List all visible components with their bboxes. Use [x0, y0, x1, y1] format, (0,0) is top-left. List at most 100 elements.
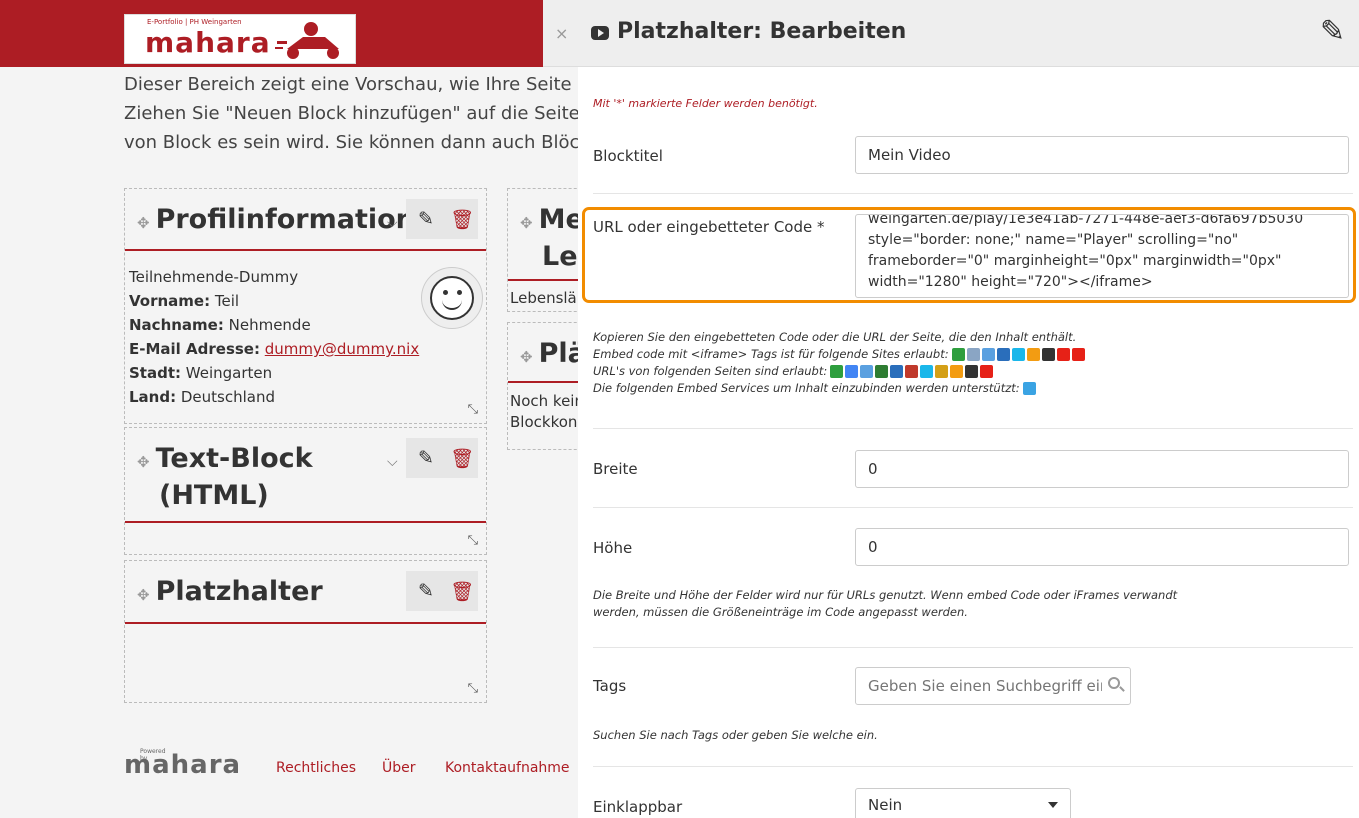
- height-label: Höhe: [593, 539, 633, 557]
- panel-title: Platzhalter: Bearbeiten: [617, 19, 907, 44]
- resize-handle-icon[interactable]: ⤡: [468, 402, 478, 417]
- collapsible-label: Einklappbar: [593, 798, 683, 816]
- block-profile: ✥ Profilinformation ⌵ ✎ 🗑 Teilnehmende-Du…: [124, 188, 487, 424]
- service-logo-icon: [966, 348, 980, 361]
- tags-label: Tags: [593, 677, 627, 695]
- block-text-html: ✥ Text-Block (HTML) ⌵ ✎ 🗑 ⤡: [124, 427, 487, 555]
- caret-down-icon: [1048, 802, 1058, 808]
- intro-line: Dieser Bereich zeigt eine Vorschau, wie …: [124, 74, 584, 95]
- divider: [593, 507, 1353, 508]
- service-logo-icon: [830, 365, 844, 378]
- iframe-service-icons: [951, 346, 1087, 363]
- profile-field: Vorname: Teil: [129, 292, 240, 310]
- url-embed-label: URL oder eingebetteter Code *: [593, 218, 825, 236]
- edit-pencil-icon[interactable]: ✎: [418, 580, 434, 602]
- resize-handle-icon[interactable]: ⤡: [468, 533, 478, 548]
- move-icon[interactable]: ✥: [137, 453, 150, 471]
- move-icon[interactable]: ✥: [520, 348, 533, 366]
- divider: [593, 766, 1353, 767]
- block-tools: ✎ 🗑: [406, 438, 478, 478]
- block-title[interactable]: ✥ Text-Block (HTML): [137, 442, 313, 512]
- panel-body: Mit '*' markierte Felder werden benötigt…: [578, 67, 1359, 818]
- close-icon[interactable]: ×: [555, 24, 568, 43]
- trash-icon[interactable]: 🗑: [450, 208, 474, 231]
- edit-pencil-icon[interactable]: ✎: [418, 447, 434, 469]
- block-config-panel: × Platzhalter: Bearbeiten ✎ Mit '*' mark…: [543, 0, 1359, 818]
- avatar: [421, 267, 483, 329]
- profile-field: Nachname: Nehmende: [129, 316, 311, 334]
- move-icon[interactable]: ✥: [520, 214, 533, 232]
- service-logo-icon: [1022, 382, 1036, 395]
- service-logo-icon: [875, 365, 889, 378]
- tags-help-text: Suchen Sie nach Tags oder geben Sie welc…: [593, 728, 878, 742]
- block-tools: ✎ 🗑: [406, 199, 478, 239]
- block-placeholder: ✥ Platzhalter ✎ 🗑 ⤡: [124, 560, 487, 703]
- service-logo-icon: [1041, 348, 1055, 361]
- service-logo-icon: [951, 348, 965, 361]
- smiley-icon: [430, 276, 474, 320]
- service-logo-icon: [890, 365, 904, 378]
- email-link[interactable]: dummy@dummy.nix: [265, 340, 419, 358]
- height-input[interactable]: [855, 528, 1349, 566]
- resize-handle-icon[interactable]: ⤡: [468, 681, 478, 696]
- divider: [593, 193, 1353, 194]
- service-logo-icon: [1026, 348, 1040, 361]
- size-help-text: Die Breite und Höhe der Felder wird nur …: [593, 588, 1178, 619]
- youtube-icon: [591, 26, 609, 40]
- page-intro: Dieser Bereich zeigt eine Vorschau, wie …: [124, 70, 584, 157]
- chevron-down-icon[interactable]: ⌵: [387, 454, 398, 470]
- profile-field: Land: Deutschland: [129, 388, 276, 406]
- block-title[interactable]: ✥ Platzhalter: [137, 575, 323, 612]
- profile-field: E-Mail Adresse: dummy@dummy.nix: [129, 340, 420, 358]
- site-logo[interactable]: E-Portfolio | PH Weingarten mahara: [124, 14, 356, 64]
- footer-logo[interactable]: mahara: [124, 750, 241, 780]
- service-logo-icon: [935, 365, 949, 378]
- service-logo-icon: [980, 365, 994, 378]
- profile-details: Teilnehmende-Dummy Vorname: Teil Nachnam…: [129, 265, 419, 409]
- block-header: ✥ Text-Block (HTML) ⌵ ✎ 🗑: [125, 428, 486, 523]
- intro-line: Ziehen Sie "Neuen Block hinzufügen" auf …: [124, 103, 584, 124]
- footer-link-about[interactable]: Über: [382, 760, 416, 776]
- block-header: ✥ Profilinformation ⌵ ✎ 🗑: [125, 189, 486, 251]
- edit-pencil-icon: ✎: [1319, 14, 1345, 49]
- service-logo-icon: [981, 348, 995, 361]
- chevron-down-icon[interactable]: ⌵: [387, 215, 398, 231]
- footer-link-legal[interactable]: Rechtliches: [276, 760, 356, 776]
- tags-search-input[interactable]: [855, 667, 1131, 705]
- profile-display-name: Teilnehmende-Dummy: [129, 268, 299, 286]
- service-logo-icon: [996, 348, 1010, 361]
- logo-wordmark: mahara: [145, 26, 271, 59]
- logo-subtitle: E-Portfolio | PH Weingarten: [147, 18, 242, 26]
- service-logo-icon: [1011, 348, 1025, 361]
- url-service-icons: [830, 363, 995, 380]
- service-logo-icon: [1071, 348, 1085, 361]
- blocktitle-label: Blocktitel: [593, 147, 663, 165]
- edit-pencil-icon[interactable]: ✎: [418, 208, 434, 230]
- width-label: Breite: [593, 460, 638, 478]
- block-title[interactable]: ✥ Profilinformation: [137, 203, 415, 240]
- service-logo-icon: [950, 365, 964, 378]
- search-icon[interactable]: [1108, 677, 1120, 689]
- service-logo-icon: [845, 365, 859, 378]
- trash-icon[interactable]: 🗑: [450, 447, 474, 470]
- panel-header: × Platzhalter: Bearbeiten ✎: [543, 0, 1359, 67]
- collapsible-select[interactable]: Nein: [855, 788, 1071, 818]
- width-input[interactable]: [855, 450, 1349, 488]
- scooter-mascot-icon: [275, 22, 339, 59]
- divider: [593, 647, 1353, 648]
- embed-service-icons: [1022, 380, 1038, 397]
- block-header: ✥ Platzhalter ✎ 🗑: [125, 561, 486, 624]
- service-logo-icon: [920, 365, 934, 378]
- move-icon[interactable]: ✥: [137, 214, 150, 232]
- block-tools: ✎ 🗑: [406, 571, 478, 611]
- blocktitle-input[interactable]: [855, 136, 1349, 174]
- profile-field: Stadt: Weingarten: [129, 364, 273, 382]
- service-logo-icon: [860, 365, 874, 378]
- move-icon[interactable]: ✥: [137, 586, 150, 604]
- url-help-text: Kopieren Sie den eingebetteten Code oder…: [593, 329, 1087, 397]
- service-logo-icon: [965, 365, 979, 378]
- url-embed-textarea[interactable]: weingarten.de/play/1e3e41ab-7271-448e-ae…: [855, 214, 1349, 298]
- service-logo-icon: [1056, 348, 1070, 361]
- divider: [593, 428, 1353, 429]
- trash-icon[interactable]: 🗑: [450, 580, 474, 603]
